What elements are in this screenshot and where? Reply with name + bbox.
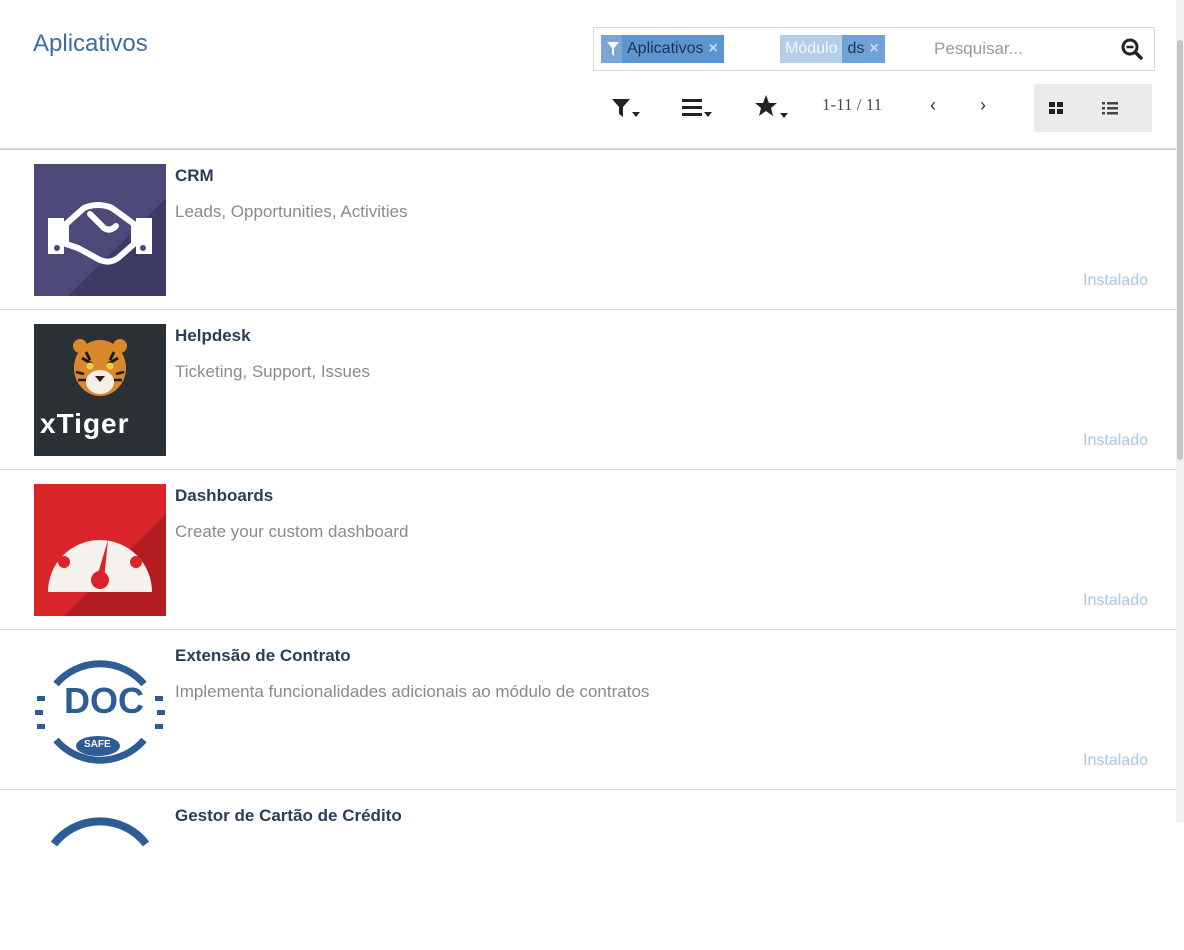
app-name: Dashboards xyxy=(175,486,274,505)
logo-text: xTiger xyxy=(40,408,130,439)
dashboards-app-icon xyxy=(34,484,166,616)
search-facet-module: Módulo ds × xyxy=(780,35,885,63)
app-name: Extensão de Contrato xyxy=(175,646,351,665)
app-summary: Implementa funcionalidades adicionais ao… xyxy=(175,682,650,701)
logo-text: DOC xyxy=(64,680,144,721)
facet-value: ds xyxy=(842,35,870,63)
app-name: Helpdesk xyxy=(175,326,251,345)
search-icon[interactable] xyxy=(1120,37,1144,61)
app-card-crm[interactable]: CRM Leads, Opportunities, Activities Ins… xyxy=(0,150,1176,310)
xtiger-logo: xTiger xyxy=(34,324,166,456)
logo-badge-text: SAFE xyxy=(84,739,111,750)
control-panel: Aplicativos Aplicativos × Módulo ds × Pe… xyxy=(0,0,1176,150)
pager-previous-button[interactable]: ‹ xyxy=(930,95,936,116)
view-switcher xyxy=(1034,84,1152,132)
app-summary: Leads, Opportunities, Activities xyxy=(175,202,408,221)
search-facet-filter: Aplicativos × xyxy=(601,35,724,63)
star-icon[interactable] xyxy=(754,94,790,122)
facet-name: Módulo xyxy=(780,35,843,63)
gestor-cartao-app-icon xyxy=(34,804,166,936)
list-view-icon[interactable] xyxy=(1100,98,1120,118)
app-status-badge: Instalado xyxy=(1083,432,1148,449)
search-bar[interactable]: Aplicativos × Módulo ds × xyxy=(593,27,1155,71)
facet-remove-icon[interactable]: × xyxy=(869,35,885,63)
pager-next-button[interactable]: › xyxy=(980,95,986,116)
app-status-badge: Instalado xyxy=(1083,752,1148,769)
app-card-extensao-contrato[interactable]: DOC SAFE Extensão de Contrato Implementa… xyxy=(0,630,1176,790)
app-summary: Create your custom dashboard xyxy=(175,522,409,541)
search-options-bar: 1-11 / 11 ‹ › xyxy=(596,84,1006,132)
app-status-badge: Instalado xyxy=(1083,272,1148,289)
facet-remove-icon[interactable]: × xyxy=(708,35,724,63)
app-status-badge: Instalado xyxy=(1083,592,1148,609)
pager-value[interactable]: 1-11 / 11 xyxy=(822,95,882,115)
crm-app-icon xyxy=(34,164,166,296)
app-card-helpdesk[interactable]: xTiger Helpdesk Ticketing, Support, Issu… xyxy=(0,310,1176,470)
app-card-dashboards[interactable]: Dashboards Create your custom dashboard … xyxy=(0,470,1176,630)
group-by-icon[interactable] xyxy=(680,94,714,122)
app-summary: Ticketing, Support, Issues xyxy=(175,362,370,381)
app-name: Gestor de Cartão de Crédito xyxy=(175,806,402,825)
app-name: CRM xyxy=(175,166,214,185)
scrollbar-thumb[interactable] xyxy=(1177,40,1183,460)
filter-icon[interactable] xyxy=(610,94,642,122)
facet-filter-icon xyxy=(601,35,622,63)
kanban-view-icon[interactable] xyxy=(1046,98,1066,118)
facet-value: Aplicativos xyxy=(622,35,709,63)
app-card-gestor-cartao[interactable]: Gestor de Cartão de Crédito xyxy=(0,790,1176,950)
page-title: Aplicativos xyxy=(33,30,148,57)
app-list: CRM Leads, Opportunities, Activities Ins… xyxy=(0,150,1176,950)
doc-safe-logo: DOC SAFE xyxy=(34,644,166,776)
search-input[interactable] xyxy=(934,36,1104,62)
